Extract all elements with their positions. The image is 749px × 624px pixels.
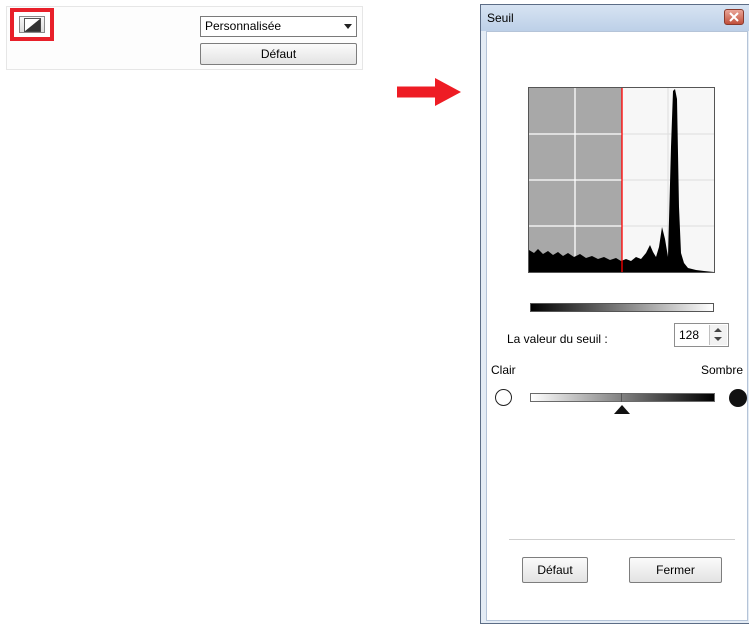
- dialog-titlebar[interactable]: Seuil: [481, 5, 749, 31]
- threshold-slider-track[interactable]: [530, 393, 715, 402]
- threshold-toolbar: Personnalisée Défaut: [6, 6, 363, 70]
- threshold-icon: [24, 18, 41, 32]
- dialog-title: Seuil: [487, 11, 514, 25]
- dialog-close-button[interactable]: [724, 9, 744, 25]
- spin-buttons: [709, 325, 727, 345]
- close-button[interactable]: Fermer: [629, 557, 722, 583]
- spin-down-icon[interactable]: [714, 337, 722, 341]
- dialog-body: La valeur du seuil : 128 Clair Sombre Dé…: [486, 31, 748, 621]
- light-label: Clair: [491, 363, 516, 377]
- threshold-value-spinbox[interactable]: 128: [674, 323, 729, 347]
- tone-gradient-bar: [530, 303, 714, 312]
- threshold-dialog: Seuil La valeur du seuil: 128 Clair Som…: [480, 4, 749, 624]
- light-circle-icon: [495, 389, 512, 406]
- close-icon: [729, 12, 739, 22]
- preset-select[interactable]: Personnalisée: [200, 16, 357, 37]
- slider-center-mark: [621, 393, 622, 402]
- histogram: [528, 87, 715, 273]
- threshold-slider-handle[interactable]: [614, 405, 630, 414]
- threshold-value-label: La valeur du seuil :: [507, 332, 608, 346]
- toolbar-default-button[interactable]: Défaut: [200, 43, 357, 65]
- preset-select-value: Personnalisée: [205, 19, 282, 33]
- dark-circle-icon: [729, 389, 747, 407]
- spin-up-icon[interactable]: [714, 328, 722, 332]
- separator: [509, 539, 735, 540]
- arrow-right-icon: [397, 78, 461, 106]
- chevron-down-icon: [344, 24, 352, 29]
- threshold-button-highlight: [10, 8, 54, 41]
- default-button[interactable]: Défaut: [522, 557, 588, 583]
- threshold-button[interactable]: [19, 16, 45, 33]
- dark-label: Sombre: [700, 363, 743, 377]
- threshold-value-field[interactable]: 128: [679, 328, 699, 342]
